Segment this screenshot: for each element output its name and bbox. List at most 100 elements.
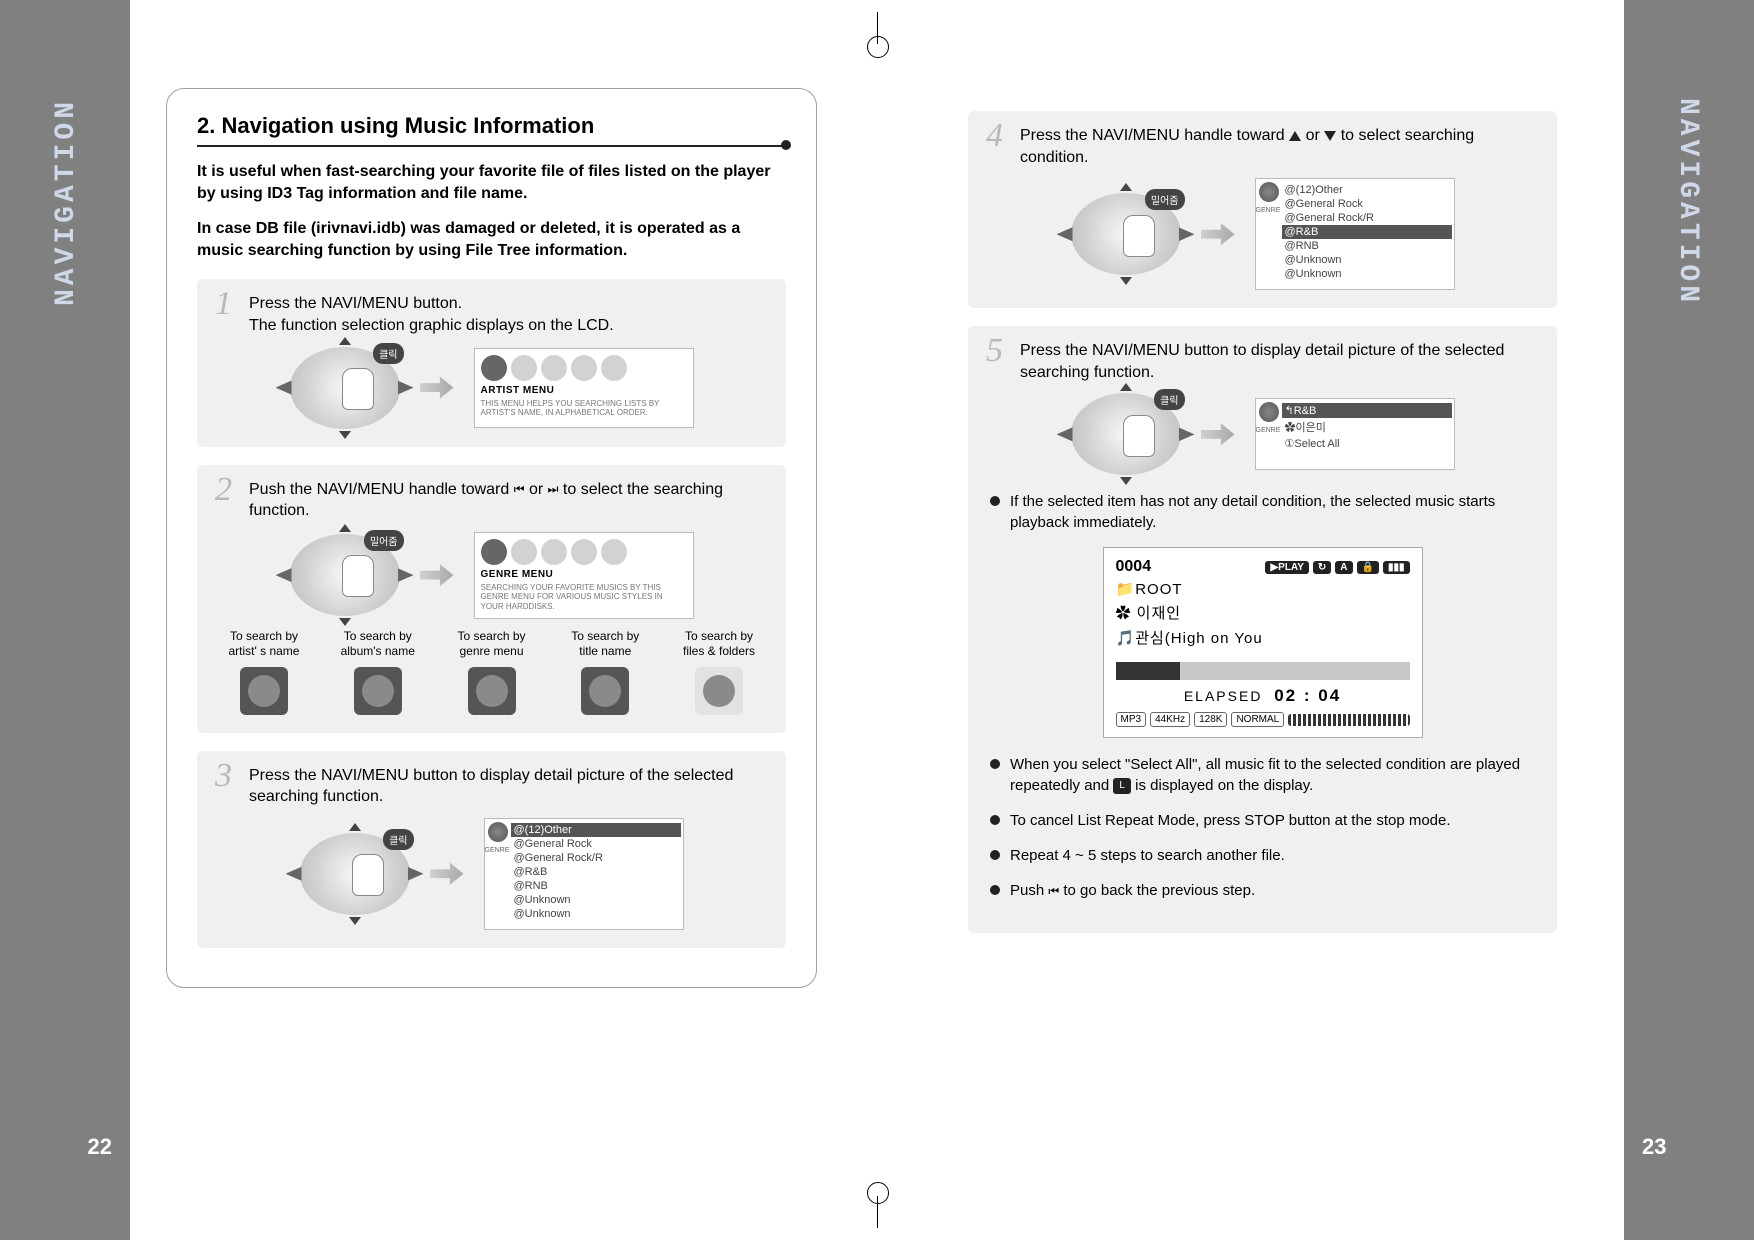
prev-track-icon: ⏮ [1048, 883, 1059, 900]
intro-paragraph-2: In case DB file (irivnavi.idb) was damag… [197, 218, 786, 261]
bullet-list: If the selected item has not any detail … [986, 491, 1539, 533]
arrow-right-icon [420, 564, 454, 586]
bullet-3: To cancel List Repeat Mode, press STOP b… [990, 810, 1539, 831]
genre-row: @Unknown [511, 893, 681, 907]
repeat-tag: ↻ [1313, 561, 1331, 574]
genre-row: @General Rock/R [511, 851, 681, 865]
status-tags: ▶PLAY ↻ A 🔒 ▮▮▮ [1265, 561, 1409, 574]
genre-row: ↰R&B [1282, 403, 1452, 418]
lcd-title: GENRE MENU [481, 569, 687, 580]
arrow-right-icon [1201, 423, 1235, 445]
bullet-dot-icon [990, 759, 1000, 769]
genre-row: @General Rock [1282, 197, 1452, 211]
step-1-diagram: 클릭 ARTIST MENU THIS MENU HELPS YOU SEARC… [215, 347, 768, 429]
progress-bar [1116, 662, 1410, 680]
genre-icon [468, 667, 516, 715]
jog-badge-slide: 밀어줌 [1145, 189, 1185, 210]
step-3-number: 3 [215, 759, 232, 793]
lcd-desc: SEARCHING YOUR FAVORITE MUSICS BY THIS G… [481, 583, 687, 612]
genre-row: @General Rock [511, 837, 681, 851]
triangle-up-icon [1289, 131, 1301, 141]
eq-tag: NORMAL [1231, 712, 1284, 727]
step-4-text: Press the NAVI/MENU handle toward or to … [1020, 125, 1539, 168]
right-gutter: NAVIGATION 23 [1624, 0, 1754, 1240]
step-2-number: 2 [215, 473, 232, 507]
bullet-1: If the selected item has not any detail … [990, 491, 1539, 533]
jog-badge-slide: 밀어줌 [364, 530, 404, 551]
artist-icon [240, 667, 288, 715]
genre-list: GENRE @(12)Other @General Rock @General … [1255, 178, 1455, 290]
genre-row: @R&B [1282, 225, 1452, 239]
prev-track-icon: ⏮ [514, 481, 525, 497]
genre-row: ①Select All [1282, 436, 1452, 451]
page-number-left: 22 [88, 1134, 112, 1160]
genre-row: @(12)Other [1282, 183, 1452, 197]
a-tag: A [1335, 561, 1352, 574]
arrow-right-icon [1201, 223, 1235, 245]
step-4-diagram: 밀어줌 GENRE @(12)Other @General Rock @Gene… [986, 178, 1539, 290]
jog-dial-icon: 클릭 [1071, 393, 1181, 475]
left-gutter-label: NAVIGATION [51, 98, 82, 306]
lcd-title: ARTIST MENU [481, 385, 687, 396]
playback-footer: MP3 44KHz 128K NORMAL [1116, 712, 1410, 727]
left-gutter: NAVIGATION 22 [0, 0, 130, 1240]
track-number: 0004 [1116, 558, 1152, 576]
step-2-diagram: 밀어줌 GENRE MENU SEARCHING YOUR FAVORITE M… [215, 532, 768, 619]
page-right: 4 Press the NAVI/MENU handle toward or t… [877, 0, 1624, 1240]
lock-icon: 🔒 [1357, 561, 1379, 574]
jog-dial-icon: 클릭 [290, 347, 400, 429]
step-2-text: Push the NAVI/MENU handle toward ⏮ or ⏭ … [249, 479, 768, 522]
bullet-dot-icon [990, 815, 1000, 825]
jog-dial-icon: 클릭 [300, 833, 410, 915]
genre-row: ✿이은미 [1282, 418, 1452, 436]
level-meter-icon [1288, 714, 1409, 726]
search-by-title: To search by title name [562, 629, 648, 715]
album-icon [354, 667, 402, 715]
jog-dial-icon: 밀어줌 [1071, 193, 1181, 275]
step-1-text: Press the NAVI/MENU button. The function… [249, 293, 768, 336]
step-5-number: 5 [986, 334, 1003, 368]
right-panel: 4 Press the NAVI/MENU handle toward or t… [937, 88, 1588, 988]
arrow-right-icon [430, 863, 464, 885]
step-4: 4 Press the NAVI/MENU handle toward or t… [968, 111, 1557, 308]
bullet-4: Repeat 4 ~ 5 steps to search another fil… [990, 845, 1539, 866]
page-left: 2. Navigation using Music Information It… [130, 0, 877, 1240]
globe-icon [488, 822, 508, 842]
genre-row: @RNB [1282, 239, 1452, 253]
step-5-diagram: 클릭 GENRE ↰R&B ✿이은미 ①Select All [986, 393, 1539, 475]
search-by-files: To search by files & folders [676, 629, 762, 715]
bullet-2: When you select "Select All", all music … [990, 754, 1539, 796]
next-track-icon: ⏭ [548, 481, 559, 497]
files-icon [695, 667, 743, 715]
step-3-diagram: 클릭 GENRE @(12)Other @General Rock @Gener… [215, 818, 768, 930]
genre-detail-list: GENRE ↰R&B ✿이은미 ①Select All [1255, 398, 1455, 470]
triangle-down-icon [1324, 131, 1336, 141]
search-options-row: To search by artist' s name To search by… [215, 629, 768, 715]
bullet-list-2: When you select "Select All", all music … [986, 754, 1539, 901]
battery-icon: ▮▮▮ [1383, 561, 1410, 574]
genre-row: @Unknown [511, 907, 681, 921]
lcd-genre-menu: GENRE MENU SEARCHING YOUR FAVORITE MUSIC… [474, 532, 694, 619]
step-1: 1 Press the NAVI/MENU button. The functi… [197, 279, 786, 446]
left-panel: 2. Navigation using Music Information It… [166, 88, 817, 988]
globe-icon [1259, 402, 1279, 422]
samplerate-tag: 44KHz [1150, 712, 1190, 727]
playback-screen: 0004 ▶PLAY ↻ A 🔒 ▮▮▮ 📁ROOT ✿ 이재인 🎵관심(Hig… [1103, 547, 1423, 738]
lcd-desc: THIS MENU HELPS YOU SEARCHING LISTS BY A… [481, 399, 687, 418]
bullet-5: Push ⏮ to go back the previous step. [990, 880, 1539, 901]
search-by-album: To search by album's name [335, 629, 421, 715]
genre-row: @RNB [511, 879, 681, 893]
folder-line: 📁ROOT [1116, 580, 1410, 598]
step-3-text: Press the NAVI/MENU button to display de… [249, 765, 768, 808]
codec-tag: MP3 [1116, 712, 1147, 727]
elapsed-row: ELAPSED 02 : 04 [1116, 686, 1410, 706]
bitrate-tag: 128K [1194, 712, 1227, 727]
genre-list: GENRE @(12)Other @General Rock @General … [484, 818, 684, 930]
bullet-dot-icon [990, 496, 1000, 506]
step-1-number: 1 [215, 287, 232, 321]
play-tag: ▶PLAY [1265, 561, 1308, 574]
globe-icon [1259, 182, 1279, 202]
genre-row: @R&B [511, 865, 681, 879]
lcd-artist-menu: ARTIST MENU THIS MENU HELPS YOU SEARCHIN… [474, 348, 694, 428]
artist-line: ✿ 이재인 [1116, 602, 1410, 623]
